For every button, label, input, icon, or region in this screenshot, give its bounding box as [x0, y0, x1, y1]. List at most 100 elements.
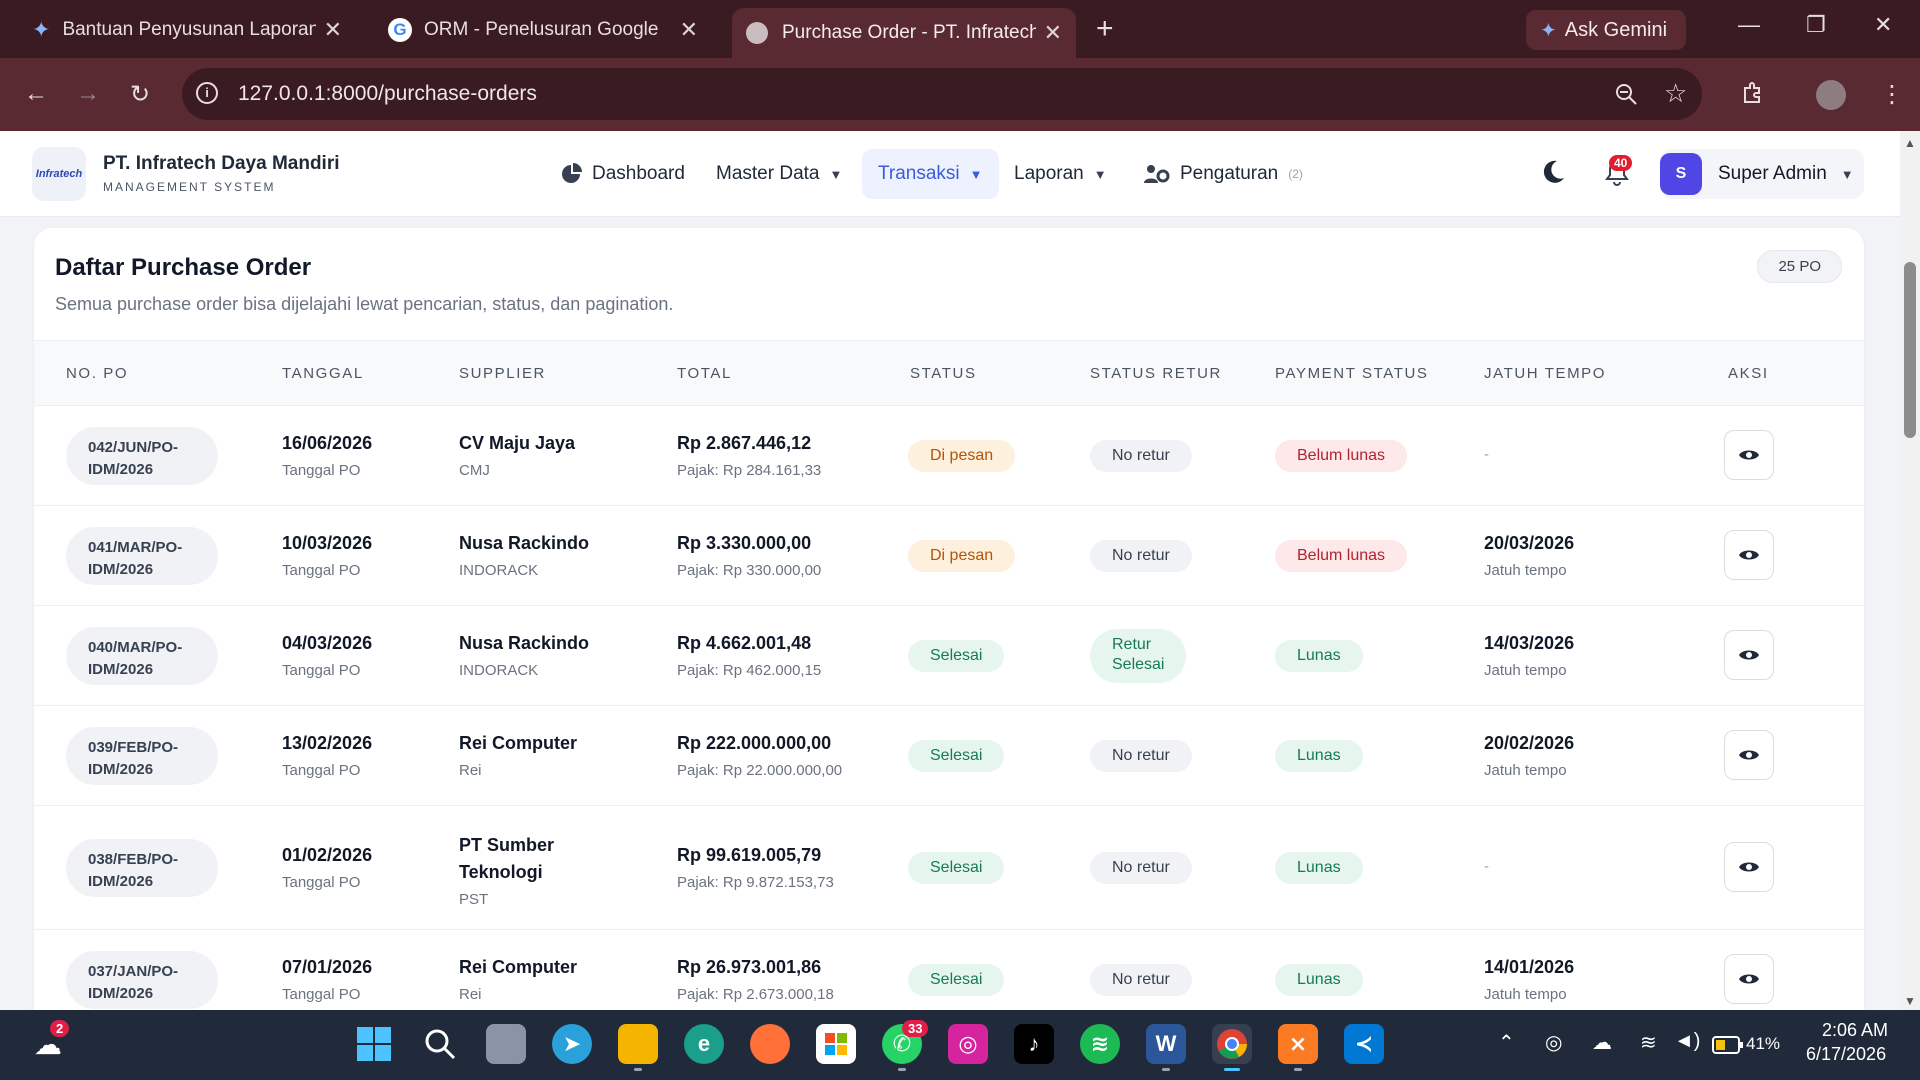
view-button[interactable] — [1724, 954, 1774, 1004]
microsoft-store-icon[interactable] — [816, 1024, 856, 1064]
page-title: Daftar Purchase Order — [55, 254, 312, 281]
nav-dashboard[interactable]: Dashboard — [544, 149, 701, 199]
scroll-down-icon[interactable]: ▼ — [1904, 994, 1916, 1008]
extensions-icon[interactable] — [1740, 80, 1766, 106]
file-explorer-icon[interactable] — [618, 1024, 658, 1064]
view-button[interactable] — [1724, 430, 1774, 480]
column-header: STATUS — [910, 365, 977, 382]
globe-icon — [746, 22, 768, 44]
column-header: JATUH TEMPO — [1484, 365, 1607, 382]
reload-icon[interactable]: ↻ — [130, 80, 150, 109]
profile-avatar[interactable] — [1816, 80, 1846, 110]
po-date: 13/02/2026 — [282, 733, 373, 753]
edge-icon[interactable]: e — [684, 1024, 724, 1064]
po-number[interactable]: 038/FEB/PO- IDM/2026 — [66, 839, 218, 897]
column-header: PAYMENT STATUS — [1275, 365, 1429, 382]
payment-status-badge: Lunas — [1275, 852, 1363, 884]
view-button[interactable] — [1724, 730, 1774, 780]
chrome-icon[interactable] — [1212, 1024, 1252, 1064]
minimize-icon[interactable]: — — [1738, 12, 1760, 38]
clock-time[interactable]: 2:06 AM — [1822, 1020, 1888, 1041]
restore-icon[interactable]: ❐ — [1806, 12, 1826, 38]
search-icon[interactable] — [420, 1024, 460, 1064]
table-header: NO. PO TANGGAL SUPPLIER TOTAL STATUS STA… — [34, 340, 1864, 406]
supplier-name: Rei Computer — [459, 733, 578, 753]
table-row: 042/JUN/PO- IDM/2026 16/06/2026 Tanggal P… — [34, 406, 1864, 506]
tab-bantuan[interactable]: ✦ Bantuan Penyusunan Laporan M ✕ — [18, 8, 356, 52]
gemini-icon: ✦ — [32, 17, 51, 42]
instagram-icon[interactable]: ◎ — [948, 1024, 988, 1064]
po-number-line: IDM/2026 — [88, 561, 154, 578]
eye-icon — [1739, 750, 1759, 760]
window-close-icon[interactable]: ✕ — [1874, 12, 1892, 38]
firefox-icon[interactable] — [750, 1024, 790, 1064]
due-date: 20/03/2026 — [1484, 533, 1575, 553]
word-icon[interactable]: W — [1146, 1024, 1186, 1064]
bookmark-star-icon[interactable]: ☆ — [1664, 78, 1687, 109]
view-button[interactable] — [1724, 530, 1774, 580]
spotify-icon[interactable]: ≋ — [1080, 1024, 1120, 1064]
scrollbar-thumb[interactable] — [1904, 262, 1916, 438]
column-header: TOTAL — [677, 365, 732, 382]
start-icon[interactable] — [354, 1024, 394, 1064]
close-tab-icon[interactable]: ✕ — [324, 17, 342, 43]
po-number-line: IDM/2026 — [88, 761, 154, 778]
scroll-up-icon[interactable]: ▲ — [1904, 136, 1916, 150]
column-header: NO. PO — [66, 365, 129, 382]
tab-purchase-order[interactable]: Purchase Order - PT. Infratech D ✕ — [732, 8, 1076, 58]
eye-icon — [1739, 974, 1759, 984]
chevron-up-icon[interactable]: ⌃ — [1498, 1030, 1515, 1055]
taskbar-running-indicator — [634, 1068, 642, 1071]
battery-icon[interactable] — [1712, 1036, 1744, 1054]
site-info-icon[interactable]: i — [196, 82, 218, 104]
vscode-icon[interactable]: ≺ — [1344, 1024, 1384, 1064]
due-date-label: Jatuh tempo — [1484, 662, 1567, 679]
company-logo[interactable]: Infratech — [32, 147, 86, 201]
due-date: - — [1484, 858, 1489, 875]
chevron-down-icon: ▼ — [1840, 166, 1854, 182]
volume-icon[interactable]: ◄) — [1674, 1030, 1700, 1053]
dark-mode-toggle-icon[interactable] — [1540, 159, 1566, 185]
back-icon[interactable]: ← — [24, 80, 48, 108]
supplier-code: CMJ — [459, 462, 490, 479]
ask-gemini-button[interactable]: ✦ Ask Gemini — [1526, 10, 1686, 50]
close-tab-icon[interactable]: ✕ — [680, 17, 698, 43]
po-number[interactable]: 039/FEB/PO- IDM/2026 — [66, 727, 218, 785]
po-number[interactable]: 037/JAN/PO- IDM/2026 — [66, 951, 218, 1009]
po-date: 04/03/2026 — [282, 633, 373, 653]
nav-transaksi[interactable]: Transaksi ▼ — [862, 149, 999, 199]
po-number[interactable]: 041/MAR/PO- IDM/2026 — [66, 527, 218, 585]
eye-icon — [1739, 550, 1759, 560]
forward-icon[interactable]: → — [76, 80, 100, 108]
view-button[interactable] — [1724, 842, 1774, 892]
tab-title: ORM - Penelusuran Google — [424, 19, 659, 40]
weather-badge: 2 — [50, 1020, 70, 1037]
po-date: 16/06/2026 — [282, 433, 373, 453]
chrome-menu-icon[interactable]: ⋮ — [1880, 80, 1904, 109]
sync-icon[interactable]: ◎ — [1545, 1030, 1562, 1055]
retur-status-badge: No retur — [1090, 440, 1192, 472]
tiktok-icon[interactable]: ♪ — [1014, 1024, 1054, 1064]
task-view-icon[interactable] — [486, 1024, 526, 1064]
telegram-icon[interactable]: ➤ — [552, 1024, 592, 1064]
nav-master-data[interactable]: Master Data ▼ — [700, 149, 858, 199]
xampp-icon[interactable]: ⨯ — [1278, 1024, 1318, 1064]
po-number[interactable]: 040/MAR/PO- IDM/2026 — [66, 627, 218, 685]
wifi-icon[interactable]: ≋ — [1640, 1030, 1657, 1055]
clock-date[interactable]: 6/17/2026 — [1806, 1044, 1886, 1065]
tab-google[interactable]: G ORM - Penelusuran Google ✕ — [374, 8, 712, 52]
nav-label: Pengaturan — [1180, 163, 1279, 184]
address-bar[interactable]: 127.0.0.1:8000/purchase-orders — [182, 68, 1702, 120]
po-number[interactable]: 042/JUN/PO- IDM/2026 — [66, 427, 218, 485]
nav-pengaturan[interactable]: Pengaturan (2) — [1128, 149, 1319, 199]
dashboard-icon — [562, 163, 582, 183]
close-tab-icon[interactable]: ✕ — [1044, 20, 1062, 46]
zoom-icon[interactable] — [1614, 82, 1638, 106]
nav-laporan[interactable]: Laporan ▼ — [998, 149, 1123, 199]
po-date-label: Tanggal PO — [282, 762, 361, 779]
view-button[interactable] — [1724, 630, 1774, 680]
onedrive-icon[interactable]: ☁ — [1592, 1030, 1612, 1055]
new-tab-button[interactable]: + — [1096, 12, 1114, 46]
user-menu[interactable]: S Super Admin ▼ — [1660, 149, 1864, 199]
po-total: Rp 99.619.005,79 — [677, 845, 822, 865]
